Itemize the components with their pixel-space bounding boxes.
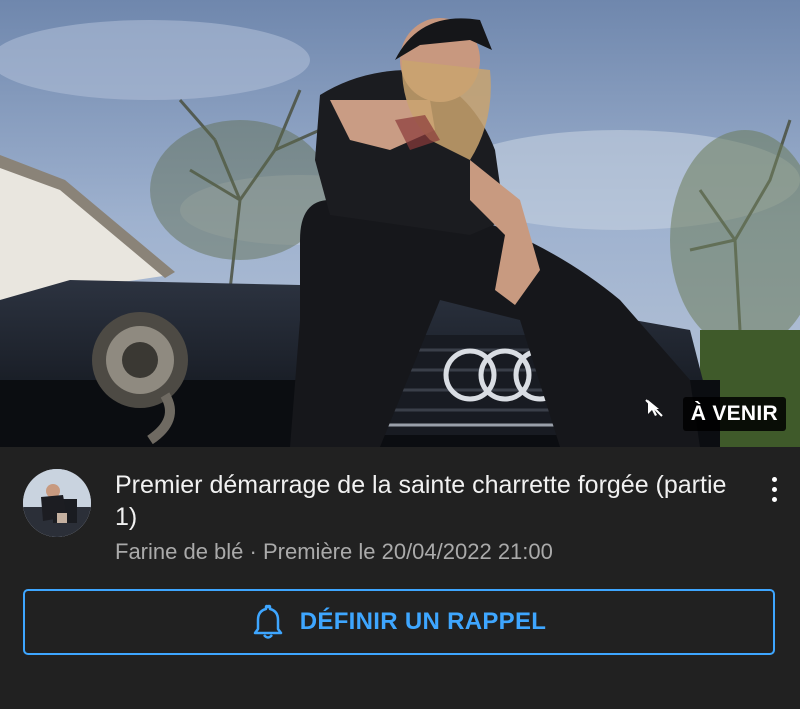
upcoming-badge: À VENIR xyxy=(643,397,786,431)
bell-icon xyxy=(253,604,283,639)
video-thumbnail[interactable]: À VENIR xyxy=(0,0,800,447)
channel-avatar[interactable] xyxy=(23,469,91,537)
thumbnail-image xyxy=(0,0,800,447)
upcoming-label: À VENIR xyxy=(682,397,786,431)
video-info: Premier démarrage de la sainte charrette… xyxy=(0,447,800,709)
pointer-icon xyxy=(643,399,669,427)
more-vert-icon[interactable] xyxy=(762,473,786,505)
meta-separator: · xyxy=(249,539,257,564)
video-title[interactable]: Premier démarrage de la sainte charrette… xyxy=(115,469,735,533)
premiere-date: Première le 20/04/2022 21:00 xyxy=(263,539,553,564)
channel-name[interactable]: Farine de blé xyxy=(115,539,243,564)
reminder-label: DÉFINIR UN RAPPEL xyxy=(299,608,547,635)
set-reminder-button[interactable]: DÉFINIR UN RAPPEL xyxy=(23,589,775,655)
video-meta: Farine de blé · Première le 20/04/2022 2… xyxy=(115,539,553,565)
